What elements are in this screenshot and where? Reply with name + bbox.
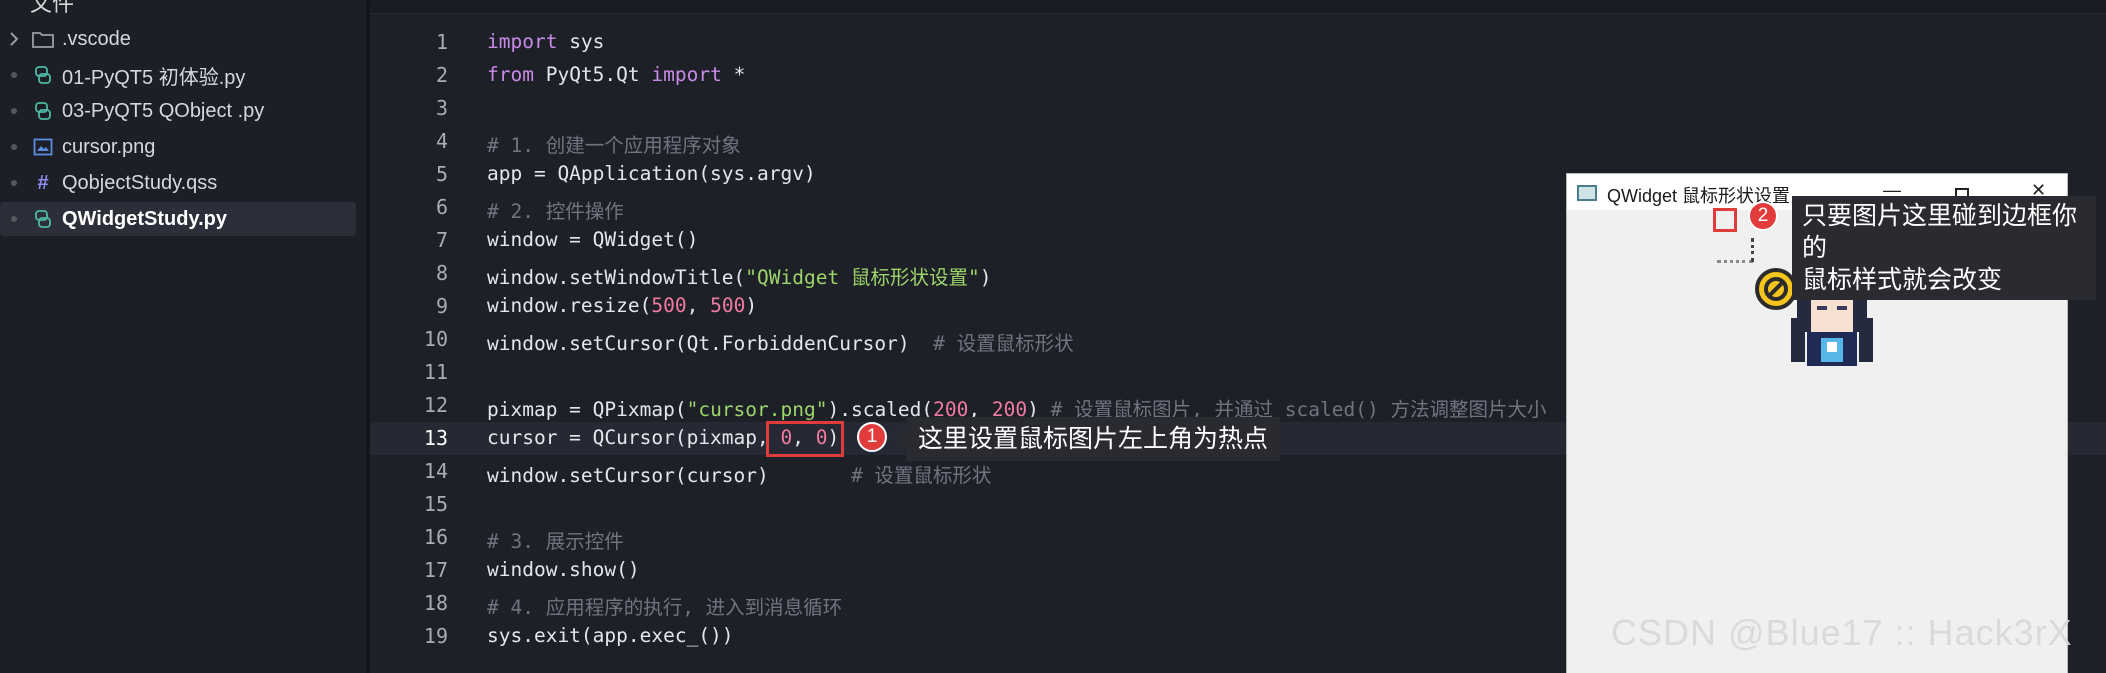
editor-tab-strip	[370, 0, 2106, 14]
code-line-17[interactable]: window.show()	[487, 558, 640, 581]
sidebar-item-label: QobjectStudy.qss	[62, 171, 218, 194]
python-file-icon	[28, 65, 58, 85]
sidebar-item-03-pyqt5[interactable]: 03-PyQT5 QObject .py	[0, 94, 356, 128]
watermark: CSDN @Blue17 :: Hack3rX	[1611, 612, 2073, 653]
code-line-2[interactable]: from PyQt5.Qt import *	[487, 63, 745, 86]
hash-icon: #	[37, 171, 49, 194]
callout-tooltip-1: 这里设置鼠标图片左上角为热点	[906, 417, 1281, 461]
code-line-6-comment[interactable]: # 2. 控件操作	[487, 195, 624, 224]
code-line-5[interactable]: app = QApplication(sys.argv)	[487, 162, 816, 185]
line-number: 8	[435, 261, 448, 285]
line-number: 2	[435, 63, 448, 87]
image-file-icon	[28, 138, 58, 156]
code-line-18-comment[interactable]: # 4. 应用程序的执行, 进入到消息循环	[487, 591, 842, 620]
chevron-right-icon[interactable]	[0, 32, 28, 46]
sidebar-item-vscode-folder[interactable]: .vscode	[0, 22, 356, 56]
code-line-4-comment[interactable]: # 1. 创建一个应用程序对象	[487, 129, 741, 158]
qt-window-app-icon	[1577, 185, 1597, 201]
unmodified-dot-icon	[11, 72, 17, 78]
sidebar-item-label: .vscode	[62, 27, 131, 50]
sidebar-item-label: 01-PyQT5 初体验.py	[62, 66, 246, 89]
callout-tooltip-2: 只要图片这里碰到边框你的 鼠标样式就会改变	[1792, 196, 2096, 300]
line-number: 4	[435, 129, 448, 153]
line-number: 3	[435, 96, 448, 120]
line-number-current: 13	[423, 426, 448, 450]
callout-badge-2: 2	[1748, 201, 1778, 231]
code-line-19[interactable]: sys.exit(app.exec_())	[487, 624, 734, 647]
unmodified-dot-icon	[11, 180, 17, 186]
code-line-16-comment[interactable]: # 3. 展示控件	[487, 525, 624, 554]
callout-tooltip-2-line1: 只要图片这里碰到边框你的	[1802, 202, 2078, 262]
sidebar-item-qwidgetstudy[interactable]: QWidgetStudy.py	[0, 202, 356, 236]
line-number: 18	[423, 591, 448, 615]
code-line-9[interactable]: window.resize(500, 500)	[487, 294, 757, 317]
sidebar-item-label: QWidgetStudy.py	[62, 207, 227, 230]
line-number: 14	[423, 459, 448, 483]
line-number: 5	[435, 162, 448, 186]
line-number: 15	[423, 492, 448, 516]
cursor-dotted-guide	[1751, 238, 1755, 262]
sidebar-item-qss[interactable]: # QobjectStudy.qss	[0, 166, 356, 200]
line-number: 11	[423, 360, 448, 384]
line-number: 7	[435, 228, 448, 252]
callout-tooltip-2-line2: 鼠标样式就会改变	[1802, 266, 2003, 294]
line-number: 16	[423, 525, 448, 549]
sidebar-item-label: 03-PyQT5 QObject .py	[62, 99, 265, 122]
file-explorer-sidebar: 文件 .vscode 01-PyQT5 初体验.py 03-PyQT5 QObj…	[0, 0, 366, 673]
line-number: 1	[435, 30, 448, 54]
cursor-dotted-guide	[1717, 260, 1753, 264]
hotspot-args-highlight	[766, 421, 844, 457]
folder-icon	[28, 30, 58, 48]
unmodified-dot-icon	[11, 216, 17, 222]
code-line-8[interactable]: window.setWindowTitle("QWidget 鼠标形状设置")	[487, 261, 991, 290]
explorer-header: 文件	[30, 0, 75, 16]
line-number: 17	[423, 558, 448, 582]
line-number: 19	[423, 624, 448, 648]
unmodified-dot-icon	[11, 144, 17, 150]
code-line-14[interactable]: window.setCursor(cursor) # 设置鼠标形状	[487, 459, 991, 488]
cursor-hotspot-highlight	[1713, 208, 1737, 232]
code-line-1[interactable]: import sys	[487, 30, 604, 53]
sidebar-item-cursor-png[interactable]: cursor.png	[0, 130, 356, 164]
sidebar-item-label: cursor.png	[62, 135, 156, 158]
unmodified-dot-icon	[11, 108, 17, 114]
callout-badge-1: 1	[857, 422, 887, 452]
line-number: 10	[423, 327, 448, 351]
python-file-icon	[28, 101, 58, 121]
sidebar-item-01-pyqt5[interactable]: 01-PyQT5 初体验.py	[0, 58, 356, 92]
line-number: 12	[423, 393, 448, 417]
code-line-10[interactable]: window.setCursor(Qt.ForbiddenCursor) # 设…	[487, 327, 1074, 356]
line-number: 9	[435, 294, 448, 318]
callout-arrow	[894, 427, 906, 449]
code-line-7[interactable]: window = QWidget()	[487, 228, 698, 251]
line-number: 6	[435, 195, 448, 219]
python-file-icon	[28, 209, 58, 229]
